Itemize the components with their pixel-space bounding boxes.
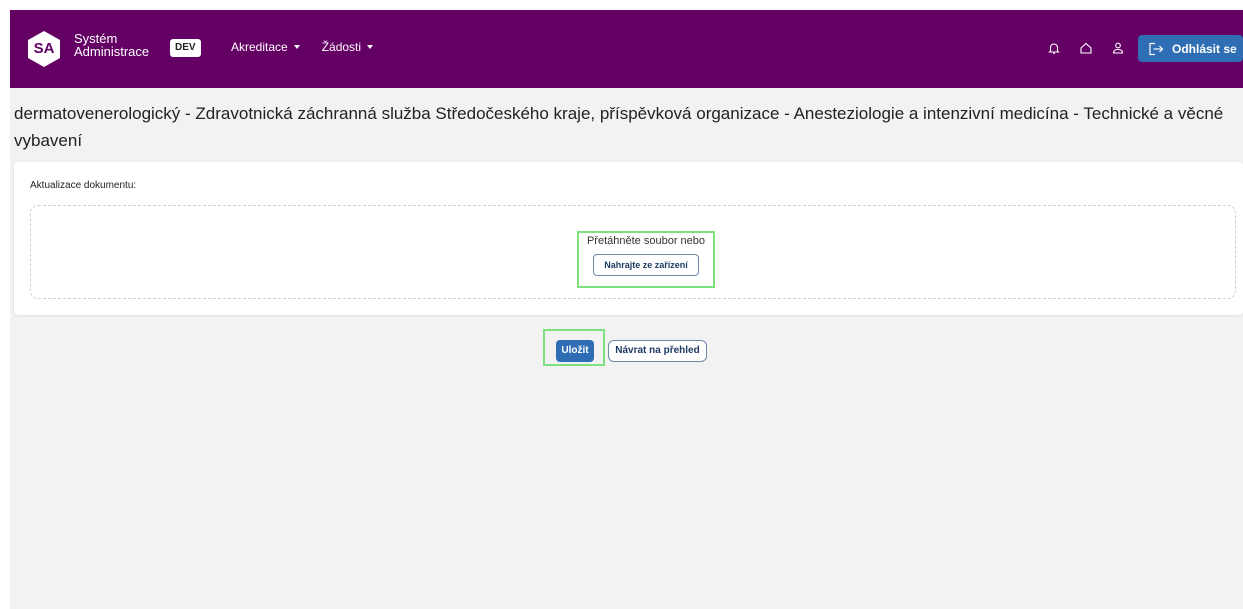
menu-item-akreditace[interactable]: Akreditace [231,40,300,54]
brand-line-2: Administrace [74,44,150,59]
caret-down-icon [293,45,300,49]
save-button[interactable]: Uložit [556,340,594,362]
menu-item-label: Akreditace [231,40,288,54]
logo[interactable]: SA [26,30,62,68]
document-update-card: Aktualizace dokumentu: Přetáhněte soubor… [14,162,1243,315]
logout-label: Odhlásit se [1172,41,1237,56]
drop-area-highlight: Přetáhněte soubor nebo Nahrajte ze zaříz… [577,231,715,288]
logo-text: SA [33,40,55,57]
back-to-overview-button[interactable]: Návrat na přehled [608,340,707,362]
user-icon[interactable] [1108,38,1128,58]
section-label: Aktualizace dokumentu: [30,180,137,191]
brand-name: Systém Administrace [74,32,149,58]
menu-item-label: Žádosti [321,40,362,54]
logout-button[interactable]: Odhlásit se [1138,35,1243,62]
bell-icon[interactable] [1044,38,1064,58]
app-container: SA Systém Administrace DEV Akreditace Žá… [10,10,1243,609]
caret-down-icon [367,45,374,49]
page-title: dermatovenerologický - Zdravotnická zách… [14,104,1224,150]
navbar-icons [1044,38,1128,58]
file-dropzone[interactable]: Přetáhněte soubor nebo Nahrajte ze zaříz… [30,205,1236,299]
logout-icon [1149,42,1164,55]
menu-item-zadosti[interactable]: Žádosti [321,40,374,54]
home-icon[interactable] [1076,38,1096,58]
drop-instruction: Přetáhněte soubor nebo [586,235,706,247]
main-menu: Akreditace Žádosti [231,40,374,54]
upload-from-device-button[interactable]: Nahrajte ze zařízení [593,254,699,276]
environment-badge: DEV [170,39,201,57]
top-navbar: SA Systém Administrace DEV Akreditace Žá… [10,10,1243,88]
